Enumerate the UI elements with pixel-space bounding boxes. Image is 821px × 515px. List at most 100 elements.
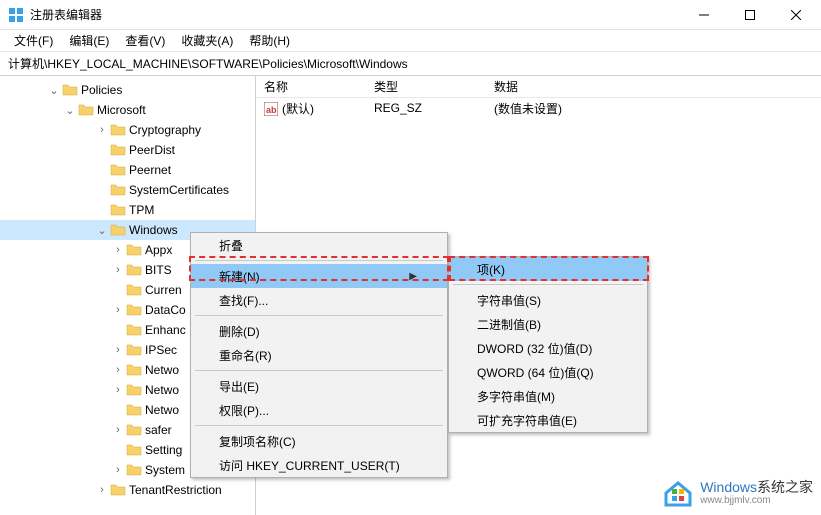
address-path: 计算机\HKEY_LOCAL_MACHINE\SOFTWARE\Policies… [8, 55, 408, 72]
tree-label: Curren [145, 283, 182, 297]
folder-icon [126, 322, 142, 338]
tree-label: Enhanc [145, 323, 186, 337]
tree-label: Netwo [145, 403, 179, 417]
ctx-collapse[interactable]: 折叠 [191, 233, 447, 257]
expand-icon[interactable]: › [110, 384, 126, 396]
menu-file[interactable]: 文件(F) [6, 30, 61, 51]
tree-label: Netwo [145, 363, 179, 377]
folder-icon [126, 242, 142, 258]
expand-icon[interactable]: › [110, 464, 126, 476]
close-button[interactable] [773, 0, 819, 30]
addressbar[interactable]: 计算机\HKEY_LOCAL_MACHINE\SOFTWARE\Policies… [0, 52, 821, 76]
watermark-tagline: 系统之家 [757, 479, 813, 495]
ctx-new-string[interactable]: 字符串值(S) [449, 288, 647, 312]
expand-icon[interactable]: › [110, 344, 126, 356]
context-menu: 折叠 新建(N)▶ 查找(F)... 删除(D) 重命名(R) 导出(E) 权限… [190, 232, 448, 478]
ctx-permissions[interactable]: 权限(P)... [191, 398, 447, 422]
minimize-button[interactable] [681, 0, 727, 30]
tree-item[interactable]: ›TenantRestriction [0, 480, 255, 500]
cell-type: REG_SZ [366, 101, 486, 115]
col-data[interactable]: 数据 [486, 78, 821, 95]
tree-label: Setting [145, 443, 182, 457]
collapse-icon[interactable]: ⌄ [62, 104, 78, 117]
tree-item[interactable]: Peernet [0, 160, 255, 180]
expand-icon[interactable]: › [110, 424, 126, 436]
tree-label: SystemCertificates [129, 183, 229, 197]
tree-label: System [145, 463, 185, 477]
watermark: Windows系统之家 www.bjjmlv.com [660, 477, 813, 509]
ctx-rename[interactable]: 重命名(R) [191, 343, 447, 367]
expand-icon[interactable]: › [110, 264, 126, 276]
expand-icon[interactable]: › [94, 124, 110, 136]
maximize-button[interactable] [727, 0, 773, 30]
ctx-find[interactable]: 查找(F)... [191, 288, 447, 312]
menu-separator [453, 284, 643, 285]
expand-icon[interactable]: › [110, 304, 126, 316]
tree-item-microsoft[interactable]: ⌄Microsoft [0, 100, 255, 120]
ctx-new-qword[interactable]: QWORD (64 位)值(Q) [449, 360, 647, 384]
string-value-icon: ab [264, 102, 278, 116]
folder-icon [110, 202, 126, 218]
folder-icon [126, 302, 142, 318]
folder-icon [62, 82, 78, 98]
collapse-icon[interactable]: ⌄ [46, 84, 62, 97]
menu-separator [195, 425, 443, 426]
expand-icon[interactable]: › [110, 364, 126, 376]
tree-label: BITS [145, 263, 172, 277]
list-row[interactable]: ab(默认) REG_SZ (数值未设置) [256, 98, 821, 118]
tree-label: DataCo [145, 303, 186, 317]
menu-favorites[interactable]: 收藏夹(A) [173, 30, 241, 51]
watermark-brand: Windows [700, 479, 757, 495]
submenu-arrow-icon: ▶ [409, 271, 417, 282]
ctx-copy-key-name[interactable]: 复制项名称(C) [191, 429, 447, 453]
folder-icon [78, 102, 94, 118]
context-submenu-new: 项(K) 字符串值(S) 二进制值(B) DWORD (32 位)值(D) QW… [448, 256, 648, 433]
folder-icon [110, 122, 126, 138]
tree-item[interactable]: PeerDist [0, 140, 255, 160]
svg-text:ab: ab [266, 105, 277, 115]
ctx-new[interactable]: 新建(N)▶ [191, 264, 447, 288]
ctx-new-multi[interactable]: 多字符串值(M) [449, 384, 647, 408]
cell-name: ab(默认) [256, 100, 366, 117]
tree-item-policies[interactable]: ⌄ Policies [0, 80, 255, 100]
tree-label: Policies [81, 83, 122, 97]
menu-separator [195, 370, 443, 371]
window-controls [681, 0, 819, 30]
tree-label: safer [145, 423, 172, 437]
ctx-new-binary[interactable]: 二进制值(B) [449, 312, 647, 336]
tree-label: Peernet [129, 163, 171, 177]
folder-icon [126, 402, 142, 418]
tree-label: TPM [129, 203, 154, 217]
regedit-icon [8, 7, 24, 23]
tree-item[interactable]: ›Cryptography [0, 120, 255, 140]
ctx-export[interactable]: 导出(E) [191, 374, 447, 398]
folder-icon [110, 162, 126, 178]
expand-icon[interactable]: › [94, 484, 110, 496]
ctx-goto-hkcu[interactable]: 访问 HKEY_CURRENT_USER(T) [191, 453, 447, 477]
folder-icon [126, 262, 142, 278]
column-headers: 名称 类型 数据 [256, 76, 821, 98]
menu-help[interactable]: 帮助(H) [241, 30, 298, 51]
ctx-new-dword[interactable]: DWORD (32 位)值(D) [449, 336, 647, 360]
ctx-new-expand[interactable]: 可扩充字符串值(E) [449, 408, 647, 432]
watermark-url: www.bjjmlv.com [700, 495, 813, 507]
col-name[interactable]: 名称 [256, 78, 366, 95]
tree-item[interactable]: SystemCertificates [0, 180, 255, 200]
folder-icon [126, 462, 142, 478]
ctx-new-key[interactable]: 项(K) [449, 257, 647, 281]
menu-view[interactable]: 查看(V) [117, 30, 173, 51]
menu-separator [195, 260, 443, 261]
expand-icon[interactable]: › [110, 244, 126, 256]
tree-label: Netwo [145, 383, 179, 397]
tree-label: IPSec [145, 343, 177, 357]
folder-icon [126, 362, 142, 378]
tree-item[interactable]: TPM [0, 200, 255, 220]
ctx-delete[interactable]: 删除(D) [191, 319, 447, 343]
folder-icon [110, 222, 126, 238]
folder-icon [126, 382, 142, 398]
watermark-logo-icon [660, 477, 696, 509]
folder-icon [126, 442, 142, 458]
menu-edit[interactable]: 编辑(E) [61, 30, 117, 51]
collapse-icon[interactable]: ⌄ [94, 224, 110, 237]
col-type[interactable]: 类型 [366, 78, 486, 95]
